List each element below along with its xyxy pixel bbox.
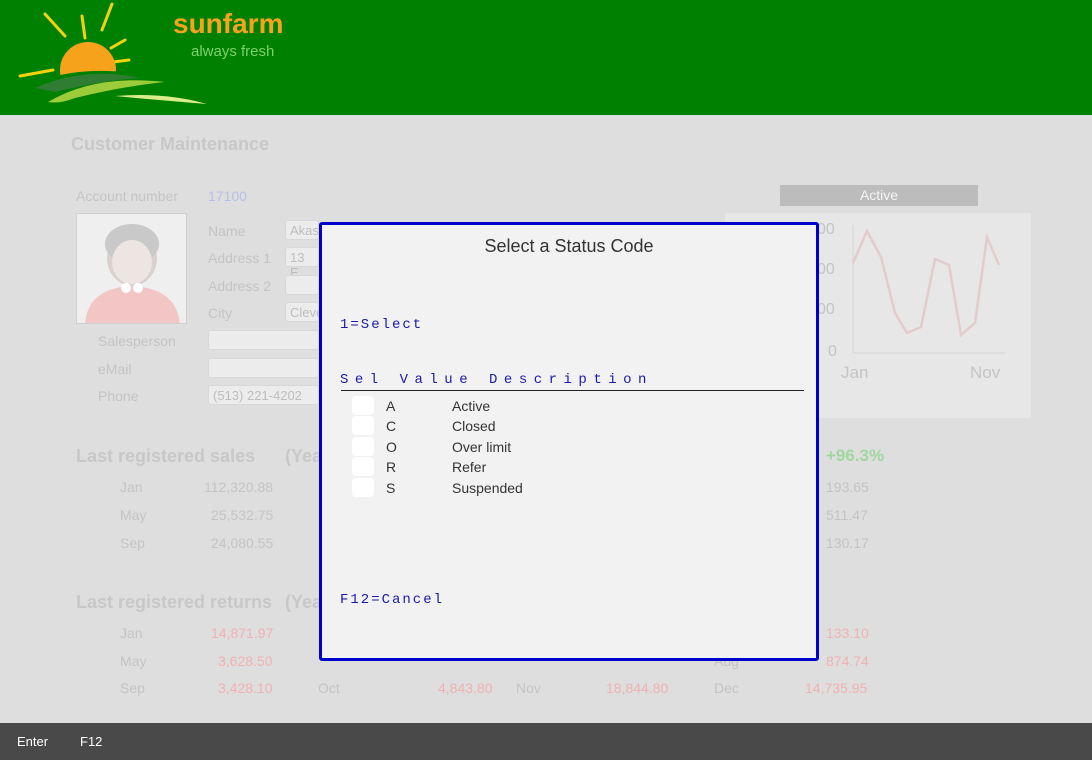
sales-value: 25,532.75 [211, 507, 274, 523]
column-header: Sel Value Description [340, 372, 653, 388]
account-number-value: 17100 [208, 188, 247, 204]
status-code-list: A Active C Closed O Over limit R Refer S… [352, 395, 792, 497]
salesperson-field [208, 330, 319, 350]
sales-value: 112,320.88 [204, 479, 274, 495]
app-header: sunfarm always fresh [0, 0, 1092, 115]
customer-photo [76, 213, 187, 324]
sales-value: 130.17 [826, 535, 869, 551]
name-field: Akas [285, 220, 319, 240]
email-label: eMail [98, 361, 132, 377]
status-description: Suspended [452, 479, 523, 496]
chart-x-tick: Jan [841, 363, 869, 382]
sales-value: 511.47 [826, 507, 868, 523]
brand-tagline: always fresh [191, 43, 275, 60]
brand-name: sunfarm [173, 8, 284, 39]
chart-x-tick: Nov [970, 363, 1001, 382]
status-code-dialog: Select a Status Code 1=Select Sel Value … [319, 222, 819, 661]
status-description: Closed [452, 418, 496, 435]
city-field: Cleve [285, 302, 323, 322]
status-code: R [386, 459, 397, 476]
function-key-bar: Enter F12 [0, 723, 1092, 760]
enter-key-button[interactable]: Enter [17, 734, 48, 749]
address1-label: Address 1 [208, 250, 272, 266]
status-code: O [386, 438, 397, 455]
list-item: O Over limit [352, 436, 792, 456]
address2-label: Address 2 [208, 278, 272, 294]
status-description: Over limit [452, 438, 512, 455]
returns-month: Dec [714, 680, 739, 696]
sales-month: Jan [120, 479, 143, 495]
chart-y-tick: 0 [828, 343, 837, 360]
select-input[interactable] [352, 477, 374, 497]
returns-value: 3,628.50 [218, 653, 273, 669]
sales-change-pct: +96.3% [826, 446, 885, 465]
returns-year-label: (Yea [285, 592, 323, 612]
returns-month: Oct [318, 680, 340, 696]
select-input[interactable] [352, 436, 374, 456]
sales-year-label: (Yea [285, 446, 323, 466]
returns-month: Sep [120, 680, 145, 696]
f12-key-button[interactable]: F12 [80, 734, 102, 749]
list-item: A Active [352, 395, 792, 415]
select-hint: 1=Select [340, 317, 424, 333]
address2-field [285, 275, 319, 295]
phone-field: (513) 221-4202 [208, 385, 319, 405]
returns-value: 133.10 [826, 625, 869, 641]
returns-value: 14,871.97 [211, 625, 274, 641]
dialog-title: Select a Status Code [484, 236, 654, 256]
sales-section-title: Last registered sales [76, 446, 256, 466]
returns-section-title: Last registered returns [76, 592, 273, 612]
status-code: A [386, 398, 396, 414]
returns-month: May [120, 653, 147, 669]
select-input[interactable] [352, 416, 374, 436]
returns-value: 14,735.95 [805, 680, 868, 696]
phone-label: Phone [98, 388, 139, 404]
returns-value: 18,844.80 [606, 680, 669, 696]
address1-field: 13 E [285, 247, 319, 280]
status-code: S [386, 479, 396, 496]
sales-value: 193.65 [826, 479, 869, 495]
chart-y-tick: 00 [817, 221, 835, 238]
sales-value: 24,080.55 [211, 535, 274, 551]
returns-value: 3,428.10 [218, 680, 273, 696]
returns-month: Nov [516, 680, 541, 696]
select-input[interactable] [352, 396, 374, 415]
email-field [208, 358, 319, 378]
column-header-rule [341, 390, 804, 391]
status-description: Refer [452, 459, 487, 476]
list-item: R Refer [352, 456, 792, 477]
chart-line [851, 225, 1005, 354]
status-code: C [386, 418, 397, 435]
name-label: Name [208, 223, 246, 239]
status-indicator: Active [780, 185, 978, 206]
account-number-label: Account number [76, 188, 178, 204]
page-title: Customer Maintenance [71, 134, 270, 154]
status-description: Active [452, 398, 491, 414]
list-item: C Closed [352, 415, 792, 436]
sales-month: May [120, 507, 147, 523]
list-item: S Suspended [352, 477, 792, 497]
salesperson-label: Salesperson [98, 333, 176, 349]
chart-y-tick: 00 [817, 301, 835, 318]
sales-month: Sep [120, 535, 145, 551]
select-input[interactable] [352, 457, 374, 477]
returns-value: 4,843.80 [438, 680, 493, 696]
returns-value: 874.74 [826, 653, 869, 669]
cancel-hint[interactable]: F12=Cancel [340, 592, 444, 608]
chart-y-tick: 00 [817, 261, 835, 278]
returns-month: Jan [120, 625, 143, 641]
city-label: City [208, 305, 233, 321]
